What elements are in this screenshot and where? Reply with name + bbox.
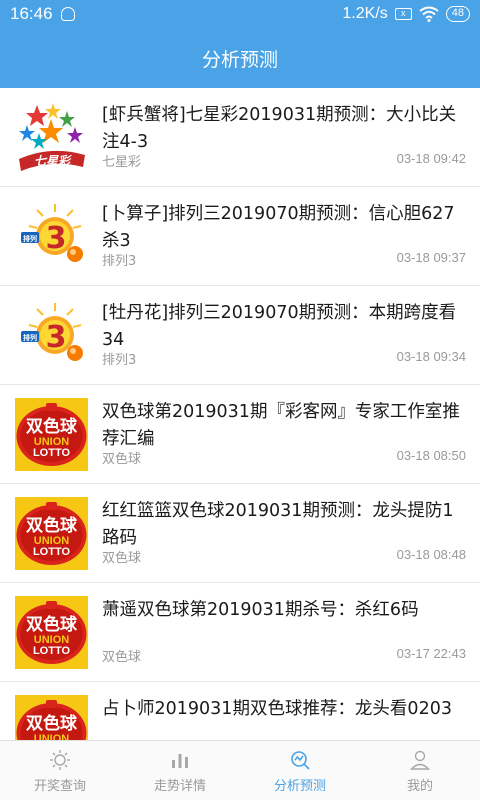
pailie3-logo: 排列 3 <box>21 303 83 361</box>
svg-text:双色球: 双色球 <box>26 713 78 734</box>
article-category: 七星彩 <box>102 155 142 170</box>
shuangseqiu-logo: 双色球 UNION LOTTO <box>15 695 88 740</box>
svg-text:双色球: 双色球 <box>26 416 78 437</box>
shuangseqiu-logo: 双色球 UNION LOTTO <box>15 497 88 570</box>
svg-text:3: 3 <box>46 221 67 256</box>
article-category: 双色球 <box>102 452 142 467</box>
tab-label: 我的 <box>406 778 433 794</box>
article-time: 03-18 08:48 <box>396 547 466 562</box>
bottom-tab-bar: 开奖查询 走势详情 分析预测 我的 <box>0 740 480 800</box>
article-title[interactable]: [牡丹花]排列三2019070期预测：本期跨度看34 <box>102 300 470 354</box>
list-item[interactable]: 排列 3 [牡丹花]排列三2019070期预测：本期跨度看34 排列3 03-1… <box>0 286 480 385</box>
article-title[interactable]: 双色球第2019031期『彩客网』专家工作室推荐汇编 <box>102 399 470 453</box>
list-item[interactable]: 双色球 UNION LOTTO 萧遥双色球第2019031期杀号：杀红6码 双色… <box>0 583 480 682</box>
svg-text:LOTTO: LOTTO <box>33 447 71 459</box>
article-time: 03-18 09:34 <box>396 349 466 364</box>
list-item[interactable]: 双色球 UNION LOTTO 占卜师2019031期双色球推荐：龙头看0203 <box>0 682 480 740</box>
network-speed: 1.2K/s <box>342 5 388 22</box>
svg-text:LOTTO: LOTTO <box>33 645 71 657</box>
tab-label: 走势详情 <box>153 778 206 794</box>
article-category: 排列3 <box>102 254 137 269</box>
svg-text:UNION: UNION <box>34 733 70 740</box>
title-bar: 分析预测 <box>0 28 480 88</box>
page-title: 分析预测 <box>201 48 278 71</box>
svg-text:排列: 排列 <box>23 234 37 243</box>
tab-label: 分析预测 <box>273 778 326 794</box>
cloud-notification-icon <box>60 7 75 21</box>
article-title[interactable]: 萧遥双色球第2019031期杀号：杀红6码 <box>102 597 470 624</box>
list-item[interactable]: 排列 3 [卜算子]排列三2019070期预测：信心胆627杀3 排列3 03-… <box>0 187 480 286</box>
article-time: 03-17 22:43 <box>396 646 466 661</box>
list-item[interactable]: 七星彩 [虾兵蟹将]七星彩2019031期预测：大小比关注4-3 七星彩 03-… <box>0 88 480 187</box>
sim-icon: x <box>394 8 412 20</box>
article-time: 03-18 09:37 <box>396 250 466 265</box>
qixingcai-logo: 七星彩 <box>19 103 85 171</box>
shuangseqiu-logo: 双色球 UNION LOTTO <box>15 398 88 471</box>
article-time: 03-18 08:50 <box>396 448 466 463</box>
article-category: 双色球 <box>102 551 142 566</box>
tab-profile[interactable]: 我的 <box>360 741 480 800</box>
svg-text:双色球: 双色球 <box>26 614 78 635</box>
pailie3-logo: 排列 3 <box>21 204 83 262</box>
list-item[interactable]: 双色球 UNION LOTTO 双色球第2019031期『彩客网』专家工作室推荐… <box>0 385 480 484</box>
status-right: 1.2K/s x 48 <box>342 5 470 23</box>
tab-trend-details[interactable]: 走势详情 <box>120 741 240 800</box>
tab-lottery-results[interactable]: 开奖查询 <box>0 741 120 800</box>
svg-text:双色球: 双色球 <box>26 515 78 536</box>
bar-chart-icon <box>172 753 188 768</box>
svg-text:排列: 排列 <box>23 333 37 342</box>
article-title[interactable]: [虾兵蟹将]七星彩2019031期预测：大小比关注4-3 <box>102 102 470 156</box>
tab-label: 开奖查询 <box>33 778 86 794</box>
wifi-icon <box>419 6 439 22</box>
svg-text:3: 3 <box>46 320 67 355</box>
article-title[interactable]: 红红篮篮双色球2019031期预测：龙头提防1路码 <box>102 498 470 552</box>
svg-text:七星彩: 七星彩 <box>34 154 72 168</box>
article-title[interactable]: [卜算子]排列三2019070期预测：信心胆627杀3 <box>102 201 470 255</box>
status-time: 16:46 <box>10 4 53 23</box>
list-item[interactable]: 双色球 UNION LOTTO 红红篮篮双色球2019031期预测：龙头提防1路… <box>0 484 480 583</box>
article-list[interactable]: 七星彩 [虾兵蟹将]七星彩2019031期预测：大小比关注4-3 七星彩 03-… <box>0 88 480 740</box>
shuangseqiu-logo: 双色球 UNION LOTTO <box>15 596 88 669</box>
status-bar: 16:46 1.2K/s x 48 <box>0 0 480 28</box>
user-icon <box>409 750 431 770</box>
sun-icon <box>50 749 70 770</box>
article-time: 03-18 09:42 <box>396 151 466 166</box>
article-category: 双色球 <box>102 650 142 665</box>
analysis-icon <box>291 750 310 770</box>
article-title[interactable]: 占卜师2019031期双色球推荐：龙头看0203 <box>102 696 470 723</box>
article-category: 排列3 <box>102 353 137 368</box>
tab-analysis-prediction[interactable]: 分析预测 <box>240 741 360 800</box>
battery-indicator: 48 <box>445 6 470 22</box>
svg-text:LOTTO: LOTTO <box>33 546 71 558</box>
